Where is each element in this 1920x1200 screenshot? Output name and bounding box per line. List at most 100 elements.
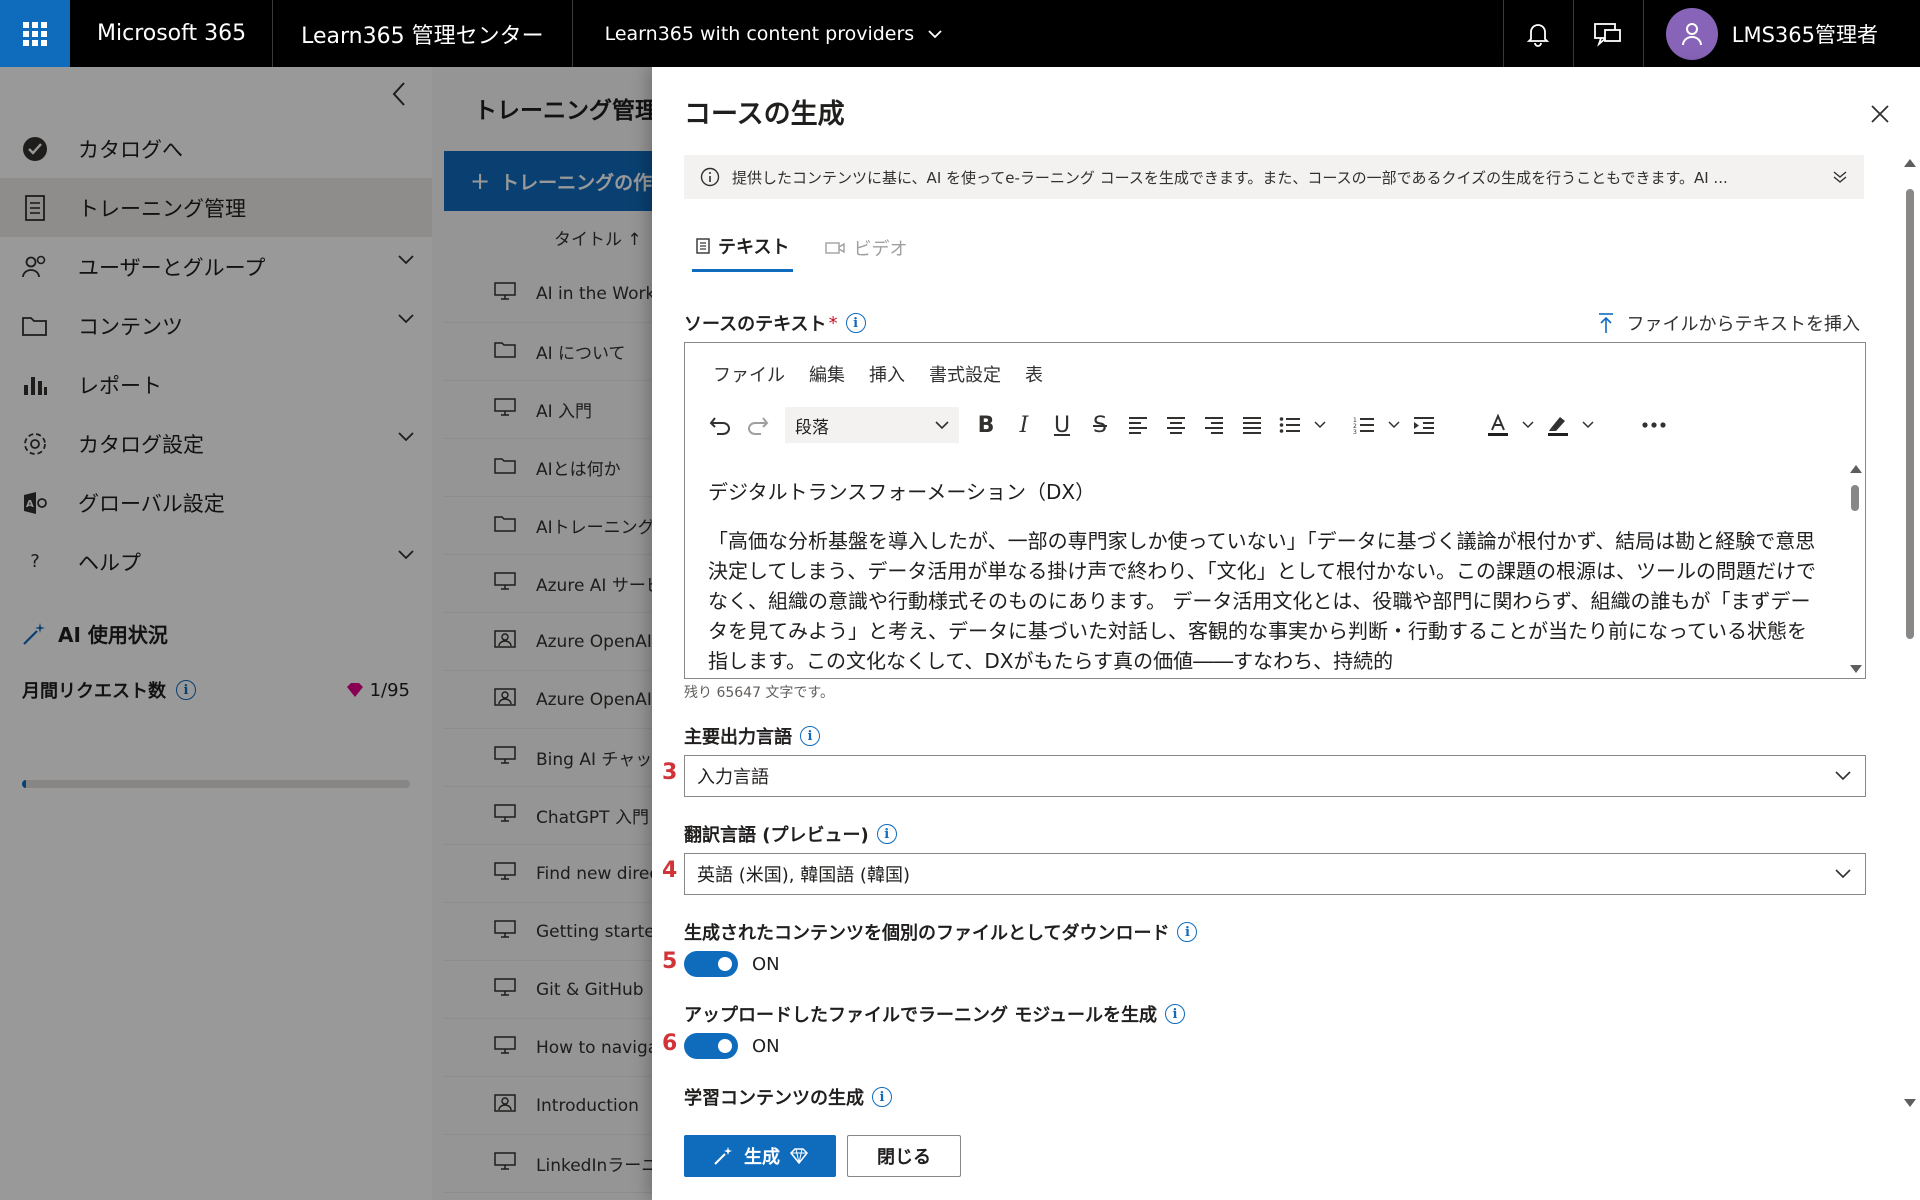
align-left-button[interactable]	[1119, 406, 1157, 444]
paragraph-style-select[interactable]: 段落	[785, 407, 959, 443]
info-icon[interactable]: i	[1165, 1004, 1186, 1024]
magic-wand-icon	[714, 1147, 732, 1165]
text-color-button[interactable]	[1479, 406, 1517, 444]
close-button[interactable]: 閉じる	[847, 1135, 961, 1177]
primary-language-label: 主要出力言語 i	[684, 723, 820, 749]
more-options-button[interactable]	[1635, 406, 1673, 444]
chevron-down-icon	[1835, 869, 1851, 879]
info-icon[interactable]: i	[876, 824, 897, 844]
editor-paragraph: 「高価な分析基盤を導入したが、一部の専門家しか使っていない」「データに基づく議論…	[708, 529, 1816, 673]
align-right-button[interactable]	[1195, 406, 1233, 444]
primary-language-dropdown[interactable]: 入力言語	[684, 755, 1866, 797]
generate-button[interactable]: 生成	[684, 1135, 836, 1177]
italic-button[interactable]: I	[1005, 406, 1043, 444]
learning-content-label: 学習コンテンツの生成 i	[684, 1084, 892, 1110]
editor-content[interactable]: デジタルトランスフォーメーション（DX） 「高価な分析基盤を導入したが、一部の専…	[686, 461, 1846, 677]
highlight-button[interactable]	[1539, 406, 1577, 444]
chevron-down-icon	[1835, 771, 1851, 781]
app-launcher-button[interactable]	[0, 0, 70, 67]
underline-icon: U	[1053, 412, 1071, 438]
scroll-up-icon	[1904, 159, 1916, 167]
underline-button[interactable]: U	[1043, 406, 1081, 444]
primary-language-label-text: 主要出力言語	[684, 727, 792, 748]
required-mark: *	[828, 312, 838, 334]
bold-button[interactable]: B	[967, 406, 1005, 444]
menu-insert[interactable]: 挿入	[869, 361, 905, 387]
redo-button[interactable]	[739, 406, 777, 444]
translation-language-dropdown[interactable]: 英語 (米国), 韓国語 (韓国)	[684, 853, 1866, 895]
insert-from-file-button[interactable]: ファイルからテキストを挿入	[1597, 310, 1860, 336]
toggle-knob	[718, 1039, 732, 1053]
notifications-button[interactable]	[1502, 0, 1573, 67]
highlight-icon	[1548, 417, 1568, 436]
tab-text[interactable]: テキスト	[692, 233, 794, 272]
justify-icon	[1243, 417, 1261, 434]
waffle-icon	[23, 21, 47, 46]
primary-language-value: 入力言語	[697, 767, 769, 788]
highlight-options[interactable]	[1577, 406, 1599, 444]
bullet-list-icon	[1279, 417, 1300, 433]
indent-button[interactable]	[1405, 406, 1443, 444]
editor-toolbar: 段落 B I U S 123	[701, 405, 1673, 445]
align-center-icon	[1167, 417, 1185, 434]
info-icon[interactable]: i	[800, 726, 820, 746]
generate-module-toggle-row: ON	[684, 1033, 780, 1059]
generate-module-toggle[interactable]	[684, 1033, 738, 1059]
strikethrough-icon: S	[1093, 412, 1107, 438]
tab-label: ビデオ	[853, 238, 908, 260]
info-notice: 提供したコンテンツに基に、AI を使ってe-ラーニング コースを生成できます。ま…	[684, 155, 1864, 199]
tab-video[interactable]: ビデオ	[821, 233, 911, 272]
text-color-icon	[1488, 413, 1508, 436]
strikethrough-button[interactable]: S	[1081, 406, 1119, 444]
justify-button[interactable]	[1233, 406, 1271, 444]
menu-file[interactable]: ファイル	[713, 361, 785, 387]
editor-scrollbar[interactable]	[1846, 461, 1864, 677]
menu-edit[interactable]: 編集	[809, 361, 845, 387]
menu-format[interactable]: 書式設定	[929, 361, 1001, 387]
undo-button[interactable]	[701, 406, 739, 444]
translation-language-label-text: 翻訳言語 (プレビュー)	[684, 825, 869, 846]
bullet-list-options[interactable]	[1309, 406, 1331, 444]
close-panel-button[interactable]	[1866, 100, 1894, 128]
align-left-icon	[1129, 417, 1147, 434]
numbered-list-icon: 123	[1353, 417, 1374, 434]
svg-text:3: 3	[1353, 429, 1357, 434]
scroll-thumb[interactable]	[1906, 189, 1914, 639]
tenant-name: Learn365 with content providers	[604, 22, 915, 45]
notice-text: 提供したコンテンツに基に、AI を使ってe-ラーニング コースを生成できます。ま…	[732, 168, 1728, 187]
source-tabs: テキスト ビデオ	[692, 233, 911, 272]
step-number: 6	[662, 1031, 678, 1056]
generate-module-label: アップロードしたファイルでラーニング モジュールを生成 i	[684, 1001, 1186, 1027]
feedback-button[interactable]	[1572, 0, 1643, 67]
info-icon[interactable]: i	[872, 1087, 892, 1107]
download-separate-toggle[interactable]	[684, 951, 738, 977]
learning-content-label-text: 学習コンテンツの生成	[684, 1088, 864, 1109]
align-center-button[interactable]	[1157, 406, 1195, 444]
step-number: 4	[662, 858, 678, 883]
info-icon[interactable]: i	[845, 313, 866, 333]
numbered-list-options[interactable]	[1383, 406, 1405, 444]
info-icon[interactable]: i	[1177, 922, 1198, 942]
align-right-icon	[1205, 417, 1223, 434]
menu-table[interactable]: 表	[1025, 361, 1043, 387]
gem-icon	[790, 1148, 808, 1164]
chevron-down-icon	[1522, 421, 1534, 429]
generate-module-label-text: アップロードしたファイルでラーニング モジュールを生成	[684, 1005, 1158, 1026]
bullet-list-button[interactable]	[1271, 406, 1309, 444]
numbered-list-button[interactable]: 123	[1345, 406, 1383, 444]
user-account-button[interactable]: LMS365管理者	[1642, 0, 1920, 67]
scroll-up-icon	[1850, 465, 1862, 473]
upload-icon	[1598, 313, 1613, 333]
panel-scrollbar[interactable]	[1900, 159, 1920, 1107]
admin-center-title[interactable]: Learn365 管理センター	[273, 0, 573, 67]
download-separate-label-text: 生成されたコンテンツを個別のファイルとしてダウンロード	[684, 923, 1170, 944]
step-number: 5	[662, 949, 678, 974]
double-chevron-down-icon[interactable]	[1832, 169, 1848, 185]
text-color-options[interactable]	[1517, 406, 1539, 444]
italic-icon: I	[1019, 412, 1029, 438]
modal-overlay[interactable]	[0, 67, 652, 1200]
translation-language-label: 翻訳言語 (プレビュー) i	[684, 821, 897, 847]
tenant-selector[interactable]: Learn365 with content providers	[573, 0, 975, 67]
brand-link[interactable]: Microsoft 365	[70, 0, 274, 67]
scroll-thumb[interactable]	[1851, 485, 1859, 511]
